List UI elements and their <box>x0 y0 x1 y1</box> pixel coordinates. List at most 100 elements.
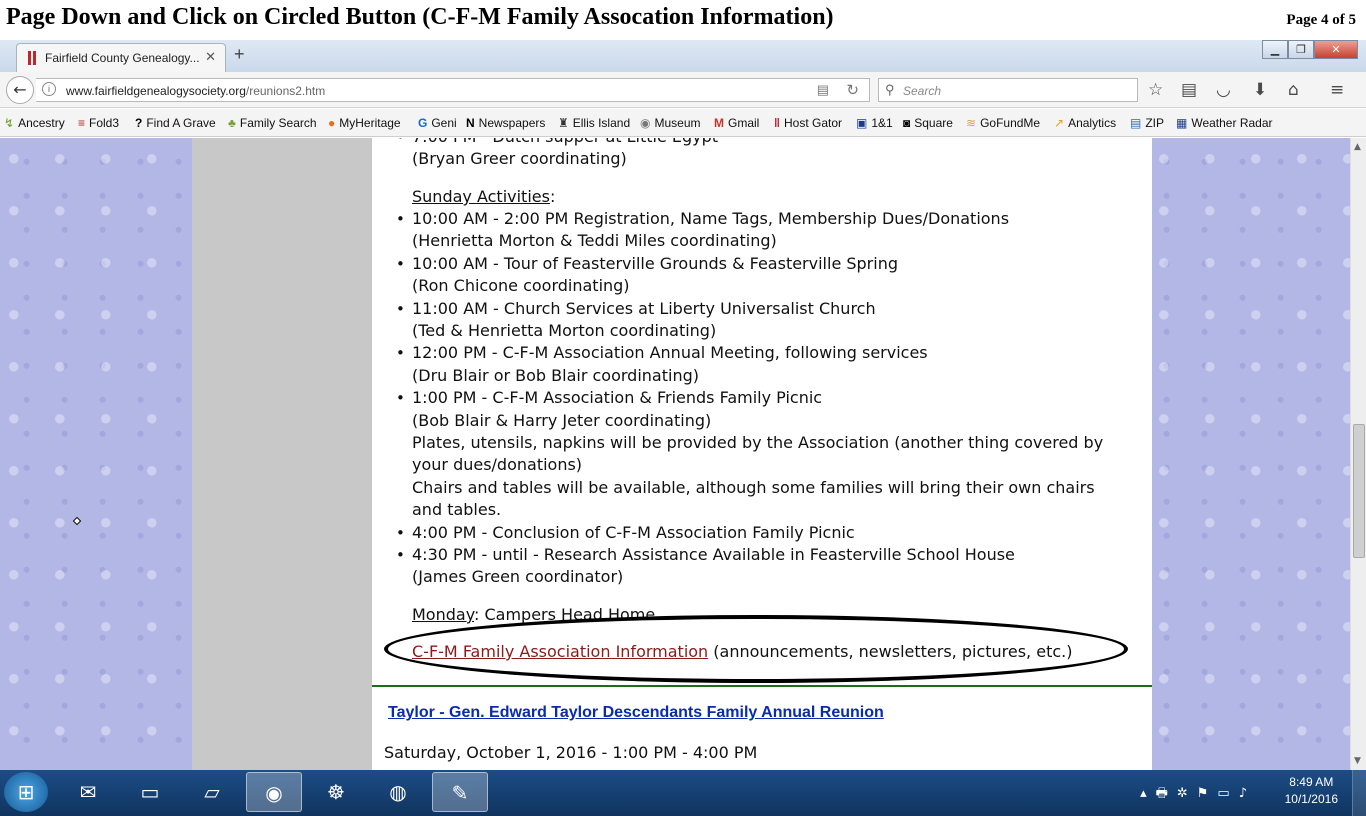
info-icon[interactable]: i <box>42 82 56 96</box>
list-item: 11:00 AM - Church Services at Liberty Un… <box>412 299 876 318</box>
bookmark-weatherradar[interactable]: ▦ Weather Radar <box>1176 116 1273 130</box>
list-item: 4:00 PM - Conclusion of C-F-M Associatio… <box>412 523 855 542</box>
bookmark-findagrave[interactable]: ? Find A Grave <box>135 116 216 130</box>
restore-button[interactable]: ❐ <box>1288 40 1314 59</box>
search-icon: ⚲ <box>885 82 895 97</box>
bookmark-ancestry[interactable]: ↯ Ancestry <box>4 116 65 130</box>
close-tab-icon[interactable]: ✕ <box>205 49 216 65</box>
bookmark-gmail[interactable]: M Gmail <box>714 116 759 130</box>
url-text[interactable]: www.fairfieldgenealogysociety.org/reunio… <box>66 84 325 98</box>
search-placeholder: Search <box>903 84 942 98</box>
search-input[interactable]: ⚲ Search <box>878 78 1138 102</box>
bookmark-star-icon[interactable]: ☆ <box>1148 80 1163 100</box>
taskbar-gimp-icon[interactable]: ☸ <box>308 772 364 812</box>
url-bar[interactable]: i www.fairfieldgenealogysociety.org/reun… <box>36 78 870 102</box>
pocket-icon[interactable]: ◡ <box>1216 80 1231 100</box>
bookmark-zip[interactable]: ▤ ZIP <box>1130 116 1164 130</box>
supper-coordinator: (Bryan Greer coordinating) <box>412 149 627 168</box>
monday-heading: Monday <box>412 605 474 624</box>
taskbar-explorer-icon[interactable]: ▭ <box>122 772 178 812</box>
bookmark-square[interactable]: ◙ Square <box>903 116 953 130</box>
clock-time: 8:49 AM <box>1289 775 1334 789</box>
bookmark-museum[interactable]: ◉ Museum <box>640 116 701 130</box>
bookmark-label: Museum <box>654 116 701 130</box>
taskbar-firefox-icon[interactable]: ◉ <box>246 772 302 812</box>
ancestry-icon: ↯ <box>4 116 15 130</box>
list-item-coordinator: (Ted & Henrietta Morton coordinating) <box>412 321 717 340</box>
picnic-note: Chairs and tables will be available, alt… <box>412 478 1095 497</box>
bookmarks-list-icon[interactable]: ▤ <box>1181 80 1197 100</box>
bookmark-ellisisland[interactable]: ♜ Ellis Island <box>558 116 630 130</box>
weatherradar-icon: ▦ <box>1176 116 1188 130</box>
url-domain: www.fairfieldgenealogysociety.org <box>66 84 246 98</box>
list-item: 4:30 PM - until - Research Assistance Av… <box>412 545 1015 564</box>
geni-icon: G <box>418 116 428 130</box>
bullet: • <box>396 138 405 148</box>
downloads-icon[interactable]: ⬇ <box>1253 80 1267 100</box>
close-window-button[interactable]: ✕ <box>1314 40 1358 59</box>
page-content: • 7:00 PM - Dutch supper at Little Egypt… <box>372 138 1152 770</box>
scroll-up-icon[interactable]: ▲ <box>1354 142 1361 152</box>
url-path: /reunions2.htm <box>245 84 326 98</box>
list-item-coordinator: (Henrietta Morton & Teddi Miles coordina… <box>412 231 777 250</box>
bullet: • <box>396 524 405 542</box>
bookmark-1and1[interactable]: ▣ 1&1 <box>856 116 893 130</box>
document-header: Page Down and Click on Circled Button (C… <box>0 0 1366 42</box>
page-viewport: • 7:00 PM - Dutch supper at Little Egypt… <box>0 138 1350 770</box>
taylor-reunion-link[interactable]: Taylor - Gen. Edward Taylor Descendants … <box>388 704 884 722</box>
gmail-icon: M <box>714 116 724 130</box>
bookmark-gofundme[interactable]: ≋ GoFundMe <box>966 116 1040 130</box>
list-item-coordinator: (Ron Chicone coordinating) <box>412 276 630 295</box>
reader-view-icon[interactable]: ▤ <box>817 82 829 98</box>
list-item-coordinator: (Dru Blair or Bob Blair coordinating) <box>412 366 699 385</box>
taskbar-paint-icon[interactable]: ✎ <box>432 772 488 812</box>
museum-icon: ◉ <box>640 116 651 130</box>
bookmark-hostgator[interactable]: ǁ Host Gator <box>774 116 842 130</box>
bullet: • <box>396 546 405 564</box>
cfm-family-association-link[interactable]: C-F-M Family Association Information <box>412 642 708 661</box>
bookmark-newspapers[interactable]: N Newspapers <box>466 116 545 130</box>
start-button[interactable]: ⊞ <box>4 772 48 812</box>
zip-icon: ▤ <box>1130 116 1142 130</box>
left-sidebar-column <box>192 138 372 770</box>
list-item: 1:00 PM - C-F-M Association & Friends Fa… <box>412 388 823 407</box>
fold3-icon: ≡ <box>78 116 86 130</box>
navigation-bar: ← i www.fairfieldgenealogysociety.org/re… <box>0 72 1366 108</box>
system-tray[interactable]: ▴🖶✲⚑▭♪ <box>1140 784 1256 806</box>
bookmark-label: Square <box>914 116 953 130</box>
back-button[interactable]: ← <box>6 76 34 104</box>
bookmark-myheritage[interactable]: ● MyHeritage <box>328 116 401 130</box>
bookmark-geni[interactable]: G Geni <box>418 116 457 130</box>
cfm-info-line: C-F-M Family Association Information (an… <box>412 641 1072 663</box>
bookmark-label: 1&1 <box>871 116 893 130</box>
scroll-down-icon[interactable]: ▼ <box>1354 756 1361 766</box>
show-desktop-button[interactable] <box>1352 770 1366 816</box>
bookmark-analytics[interactable]: ↗ Analytics <box>1054 116 1116 130</box>
new-tab-button[interactable]: + <box>234 44 245 65</box>
picnic-note: and tables. <box>412 500 502 519</box>
myheritage-icon: ● <box>328 116 336 130</box>
document-title: Page Down and Click on Circled Button (C… <box>6 4 834 30</box>
clock[interactable]: 8:49 AM 10/1/2016 <box>1285 774 1338 808</box>
home-icon[interactable]: ⌂ <box>1288 80 1299 100</box>
bookmark-fold3[interactable]: ≡ Fold3 <box>78 116 119 130</box>
gofundme-icon: ≋ <box>966 116 977 130</box>
tab-fairfield[interactable]: Fairfield County Genealogy... ✕ <box>16 43 226 72</box>
clock-date: 10/1/2016 <box>1284 792 1338 806</box>
minimize-button[interactable]: ▁ <box>1262 40 1288 59</box>
list-item: 10:00 AM - 2:00 PM Registration, Name Ta… <box>412 209 1010 228</box>
bullet: • <box>396 300 405 318</box>
analytics-icon: ↗ <box>1054 116 1065 130</box>
taskbar-outlook-icon[interactable]: ✉ <box>60 772 116 812</box>
vertical-scrollbar[interactable]: ▲ ▼ <box>1350 138 1366 770</box>
bookmark-familysearch[interactable]: ♣ Family Search <box>228 116 317 130</box>
hostgator-icon: ǁ <box>774 116 780 130</box>
scrollbar-thumb[interactable] <box>1353 424 1365 558</box>
taskbar-notepad-icon[interactable]: ▱ <box>184 772 240 812</box>
taskbar-pro-icon[interactable]: ◍ <box>370 772 426 812</box>
reload-icon[interactable]: ↻ <box>846 81 859 99</box>
bookmark-label: Host Gator <box>783 116 843 130</box>
bookmark-label: GoFundMe <box>980 116 1041 130</box>
menu-icon[interactable]: ≡ <box>1330 80 1344 100</box>
window-controls: ▁ ❐ ✕ <box>1262 40 1358 60</box>
